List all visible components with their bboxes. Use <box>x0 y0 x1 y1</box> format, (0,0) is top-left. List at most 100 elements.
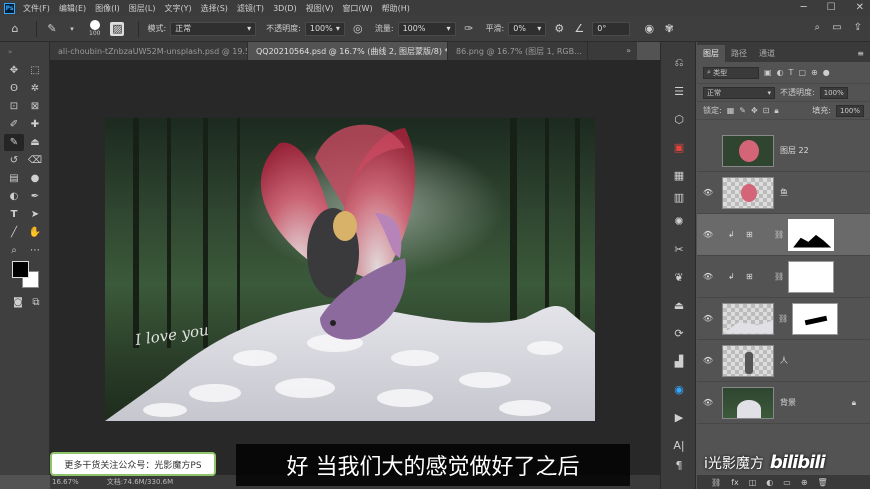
chevron-down-icon[interactable]: ▾ <box>65 22 79 36</box>
airbrush-icon[interactable]: ✑ <box>462 22 476 36</box>
eye-icon[interactable]: 👁︎ <box>700 272 716 281</box>
document-tab[interactable]: ali-choubin-tZnbzaUW52M-unsplash.psd @ 1… <box>50 42 248 60</box>
fx-icon[interactable]: fx <box>731 478 739 487</box>
lasso-tool-icon[interactable]: ʘ <box>4 80 24 97</box>
screen-mode-icon[interactable]: ⧉ <box>26 294 46 311</box>
menu-help[interactable]: 帮助(H) <box>382 3 410 14</box>
lock-paint-icon[interactable]: ✎ <box>739 106 746 115</box>
menu-layer[interactable]: 图层(L) <box>129 3 156 14</box>
brush-preset-picker[interactable]: 100 <box>89 20 100 37</box>
blend-mode-select[interactable]: 正常 ▾ <box>703 86 775 99</box>
layer-mask-thumbnail[interactable] <box>788 260 835 293</box>
eraser-tool-icon[interactable]: ⌫ <box>25 152 45 169</box>
layer-opacity-field[interactable]: 100% <box>819 86 848 99</box>
lock-move-icon[interactable]: ✥ <box>751 106 758 115</box>
character-icon[interactable]: A| <box>669 436 689 454</box>
dodge-tool-icon[interactable]: ◐ <box>4 188 24 205</box>
maximize-icon[interactable]: ☐ <box>827 2 836 13</box>
menu-select[interactable]: 选择(S) <box>201 3 228 14</box>
play-icon[interactable]: ▶ <box>669 408 689 426</box>
gradients-icon[interactable]: ▥ <box>669 188 689 206</box>
brush-tool-icon[interactable]: ✎ <box>45 22 59 36</box>
toolbar-grip-icon[interactable]: » <box>8 48 12 56</box>
lock-artboard-icon[interactable]: ⊡ <box>763 106 770 115</box>
lock-pixels-icon[interactable]: ▦ <box>727 106 735 115</box>
layer-row[interactable]: 👁︎ 人 <box>697 340 870 382</box>
mode-select[interactable]: 正常 ▾ <box>170 21 257 36</box>
adjustment-layer-icon[interactable]: ◐ <box>766 478 773 487</box>
link-icon[interactable]: ⛓︎ <box>774 230 784 239</box>
minimize-icon[interactable]: ─ <box>801 2 807 13</box>
marquee-tool-icon[interactable]: ⬚ <box>25 62 45 79</box>
history-brush-tool-icon[interactable]: ↺ <box>4 152 24 169</box>
layer-mask-thumbnail[interactable] <box>788 218 835 251</box>
blur-tool-icon[interactable]: ● <box>25 170 45 187</box>
flow-field[interactable]: 100% ▾ <box>397 21 456 36</box>
type-tool-icon[interactable]: T <box>4 206 24 223</box>
filter-shape-icon[interactable]: ▢ <box>798 68 806 77</box>
filter-kind-select[interactable]: ⌕ 类型 <box>703 66 759 79</box>
healing-brush-tool-icon[interactable]: ✚ <box>25 116 45 133</box>
tab-layers[interactable]: 图层 <box>697 45 725 62</box>
pressure-size-icon[interactable]: ◉ <box>642 22 656 36</box>
histogram-icon[interactable]: ▟ <box>669 352 689 370</box>
magic-wand-tool-icon[interactable]: ✲ <box>25 80 45 97</box>
panel-menu-icon[interactable]: ≡ <box>851 45 870 62</box>
adjustments-icon[interactable]: ☰ <box>669 82 689 100</box>
tools-icon[interactable]: ✂ <box>669 240 689 258</box>
crop-tool-icon[interactable]: ⊡ <box>4 98 24 115</box>
link-layers-icon[interactable]: ⛓︎ <box>711 478 721 487</box>
filter-adjustment-icon[interactable]: ◐ <box>777 68 784 77</box>
gradient-tool-icon[interactable]: ▤ <box>4 170 24 187</box>
3d-icon[interactable]: ⬡ <box>669 110 689 128</box>
path-selection-tool-icon[interactable]: ➤ <box>25 206 45 223</box>
menu-view[interactable]: 视图(V) <box>306 3 334 14</box>
smoothing-field[interactable]: 0% ▾ <box>508 21 547 36</box>
group-icon[interactable]: ▭ <box>783 478 791 487</box>
workspace-icon[interactable]: ▭ <box>832 22 841 33</box>
menu-edit[interactable]: 编辑(E) <box>59 3 86 14</box>
navigator-icon[interactable]: ◉ <box>669 380 689 398</box>
hand-tool-icon[interactable]: ✋ <box>25 224 45 241</box>
quick-mask-icon[interactable]: ◙ <box>8 294 28 311</box>
new-layer-icon[interactable]: ⊕ <box>801 478 808 487</box>
layer-row[interactable]: 👁︎ 背景 🔒︎ <box>697 382 870 424</box>
layer-row[interactable]: 👁︎ ⛓︎ <box>697 298 870 340</box>
layer-row-selected[interactable]: 👁︎ ↲ ⊞ ⛓︎ <box>697 214 870 256</box>
clone-source-icon[interactable]: ⏏ <box>669 296 689 314</box>
menu-filter[interactable]: 滤镜(T) <box>237 3 264 14</box>
filter-type-icon[interactable]: T <box>789 68 794 77</box>
eye-icon[interactable]: 👁︎ <box>700 356 716 365</box>
filter-smart-icon[interactable]: ⊕ <box>811 68 818 77</box>
eye-icon[interactable]: 👁︎ <box>700 230 716 239</box>
eye-icon[interactable]: 👁︎ <box>700 398 716 407</box>
paragraph-icon[interactable]: ¶ <box>669 456 689 474</box>
rotate-icon[interactable]: ⟳ <box>669 324 689 342</box>
close-icon[interactable]: ✕ <box>856 2 864 13</box>
clone-stamp-tool-icon[interactable]: ⏏ <box>25 134 45 151</box>
document-tab[interactable]: 86.png @ 16.7% (图层 1, RGB... ✕ <box>448 42 588 60</box>
share-icon[interactable]: ⇪ <box>854 22 862 33</box>
link-icon[interactable]: ⛓︎ <box>778 314 788 323</box>
layer-row[interactable]: 👁︎ 鱼 <box>697 172 870 214</box>
home-icon[interactable]: ⌂ <box>8 22 22 36</box>
menu-3d[interactable]: 3D(D) <box>273 4 297 13</box>
more-tools-icon[interactable]: ⋯ <box>25 242 45 259</box>
symmetry-icon[interactable]: ✾ <box>662 22 676 36</box>
zoom-tool-icon[interactable]: ⌕ <box>4 242 24 259</box>
document-canvas[interactable]: I love you <box>105 118 595 421</box>
angle-field[interactable]: 0° <box>592 21 631 36</box>
eye-icon[interactable]: 👁︎ <box>700 188 716 197</box>
tab-paths[interactable]: 路径 <box>725 45 753 62</box>
gear-icon[interactable]: ⚙ <box>552 22 566 36</box>
swatches-icon[interactable]: ▦ <box>669 166 689 184</box>
tab-channels[interactable]: 通道 <box>753 45 781 62</box>
filter-pixel-icon[interactable]: ▣ <box>764 68 772 77</box>
brushes-icon[interactable]: ❦ <box>669 268 689 286</box>
patterns-icon[interactable]: ✺ <box>669 212 689 230</box>
eye-icon[interactable]: 👁︎ <box>700 314 716 323</box>
history-icon[interactable]: ⎌ <box>669 54 689 72</box>
add-mask-icon[interactable]: ◫ <box>749 478 757 487</box>
layer-row[interactable]: 👁︎ ↲ ⊞ ⛓︎ <box>697 256 870 298</box>
link-icon[interactable]: ⛓︎ <box>774 272 784 281</box>
